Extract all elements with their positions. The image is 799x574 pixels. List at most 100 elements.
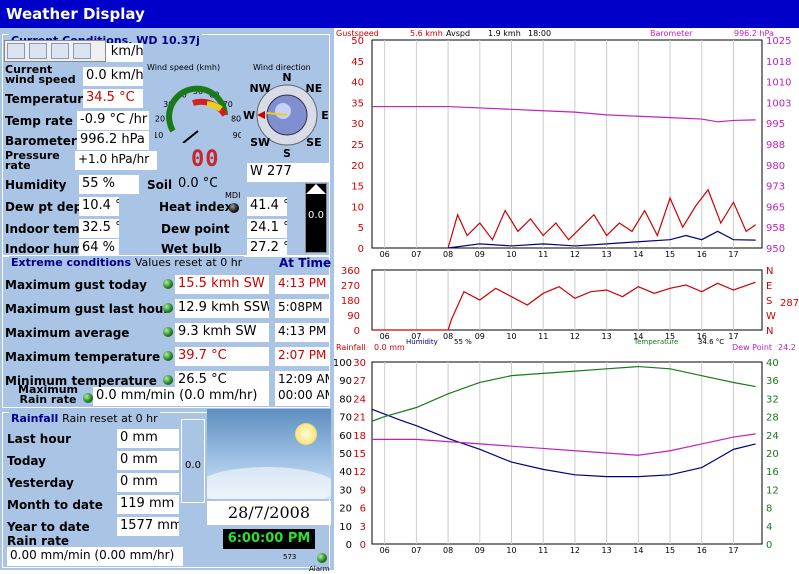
rain-row-label: Year to date: [7, 520, 90, 534]
x-tick-label: 09: [475, 332, 485, 341]
humidity-label: Humidity: [406, 338, 438, 346]
dew-point-value: 24.1 °C: [247, 219, 287, 238]
sky-image: [207, 409, 331, 499]
x-tick-label: 11: [538, 546, 548, 555]
barometer-label: Barometer: [650, 29, 693, 38]
x-tick-label: 10: [506, 546, 516, 555]
direction-label: S: [766, 296, 772, 307]
y-left2-tick-label: 30: [353, 358, 366, 369]
x-tick-label: 14: [633, 250, 643, 259]
temp-rate-label: Temp rate: [5, 114, 73, 128]
chart-plot-area: [371, 269, 763, 331]
y-left-tick-label: 90: [339, 376, 352, 387]
x-tick-label: 06: [380, 250, 390, 259]
avspd-label: Avspd: [446, 29, 470, 38]
extreme-row-led: [163, 303, 173, 313]
direction-label: N: [766, 326, 773, 337]
y-left-tick-label: 0: [358, 244, 364, 255]
alarm-label: Alarm: [309, 565, 330, 573]
y-left-tick-label: 45: [351, 57, 364, 68]
alarm-led[interactable]: [317, 553, 327, 563]
y-left2-tick-label: 27: [353, 376, 366, 387]
y-left2-tick-label: 18: [353, 431, 366, 442]
extreme-row-time: 4:13 PM: [275, 323, 329, 342]
y-left2-tick-label: 15: [353, 449, 366, 460]
x-tick-label: 15: [665, 250, 675, 259]
y-left2-tick-label: 0: [360, 540, 366, 551]
led-digits: 00: [191, 147, 220, 172]
rainfall-value: 0.0 mm: [374, 343, 405, 352]
y-left-tick-label: 100: [334, 358, 352, 369]
x-tick-label: 10: [506, 250, 516, 259]
email-icon[interactable]: [51, 43, 69, 59]
x-tick-label: 10: [506, 332, 516, 341]
compass-label: NW: [249, 82, 270, 95]
charts-svg: 06 07 08 09 10 11 12 13 14 15 16 170510152025303540…: [333, 29, 799, 555]
print-icon[interactable]: [29, 43, 47, 59]
x-tick-label: 13: [602, 250, 612, 259]
y-right-tick-label: 28: [766, 413, 779, 424]
x-tick-label: 12: [570, 546, 580, 555]
extreme-row-led: [163, 279, 173, 289]
y-left2-tick-label: 21: [353, 413, 366, 424]
x-tick-label: 12: [570, 332, 580, 341]
x-tick-label: 09: [475, 546, 485, 555]
dewpoint-label: Dew Point: [732, 343, 772, 352]
y-left2-tick-label: 9: [360, 485, 366, 496]
temperature-value: 34.5 °C: [83, 89, 143, 108]
y-right-tick-label: 965: [766, 202, 785, 213]
y-right-tick-label: 0: [766, 540, 772, 551]
wet-bulb-label: Wet bulb: [161, 242, 222, 256]
compass-label: E: [321, 109, 329, 122]
at-time-label: At Time: [279, 256, 332, 270]
extreme-row-label: Maximum average: [5, 326, 130, 340]
y-left2-tick-label: 12: [353, 467, 366, 478]
y-right-tick-label: 32: [766, 394, 779, 405]
gauge-tick: 10: [155, 131, 163, 140]
indoor-hum-label: Indoor hum.: [5, 242, 88, 256]
extreme-row-led: [163, 327, 173, 337]
direction-label: W: [766, 311, 776, 322]
y-left-tick-label: 30: [351, 119, 364, 130]
x-tick-label: 11: [538, 250, 548, 259]
gauge-tick: 90: [233, 131, 241, 140]
printer-setup-icon[interactable]: [73, 43, 91, 59]
chart-plot-area: [371, 361, 763, 545]
y-left-tick-label: 90: [347, 311, 360, 322]
y-left-tick-label: 10: [351, 202, 364, 213]
barometer-value: 996.2 hPa: [734, 29, 774, 38]
y-right-tick-label: 20: [766, 449, 779, 460]
y-right-tick-label: 36: [766, 376, 779, 387]
direction-label: E: [766, 281, 772, 292]
x-tick-label: 16: [697, 546, 707, 555]
y-right-tick-label: 988: [766, 140, 785, 151]
chart-time: 18:00: [528, 29, 551, 38]
y-left2-tick-label: 3: [360, 522, 366, 533]
x-tick-label: 06: [380, 546, 390, 555]
compass-label: SW: [250, 136, 270, 149]
charts-area: 06 07 08 09 10 11 12 13 14 15 16 17 0 5 10 15 20 25 30 35 40…: [333, 28, 799, 570]
save-icon[interactable]: [7, 43, 25, 59]
extreme-row-value: 9.3 kmh SW: [175, 323, 269, 342]
gust-label: Gustspeed: [336, 29, 379, 38]
current-conditions-panel: Current Conditions, WD 10.37j Current wi…: [2, 34, 330, 258]
compass-label: N: [282, 71, 291, 84]
heat-index-led: [229, 203, 239, 213]
pressure-rate-value: +1.0 hPa/hr: [75, 151, 157, 170]
temperature-label: Temperature: [5, 92, 92, 106]
x-tick-label: 16: [697, 250, 707, 259]
temperature-value: 34.6 °C: [698, 338, 724, 346]
rain-row-value: 0 mm: [117, 473, 179, 492]
extreme-title: Extreme conditions Values reset at 0 hr: [9, 256, 245, 269]
x-tick-label: 06: [380, 332, 390, 341]
x-tick-label: 17: [728, 332, 738, 341]
y-right-tick-label: 973: [766, 182, 785, 193]
y-left-tick-label: 25: [351, 140, 364, 151]
extreme-row-led: [163, 375, 173, 385]
extreme-row-time: 5:08PM: [275, 299, 329, 318]
left-pane: Current Conditions, WD 10.37j Current wi…: [0, 28, 334, 573]
compass-label: W: [243, 109, 255, 122]
y-left2-tick-label: 24: [353, 394, 366, 405]
rain-gauge-value: 0.0: [185, 460, 201, 471]
compass-label: NE: [306, 82, 323, 95]
